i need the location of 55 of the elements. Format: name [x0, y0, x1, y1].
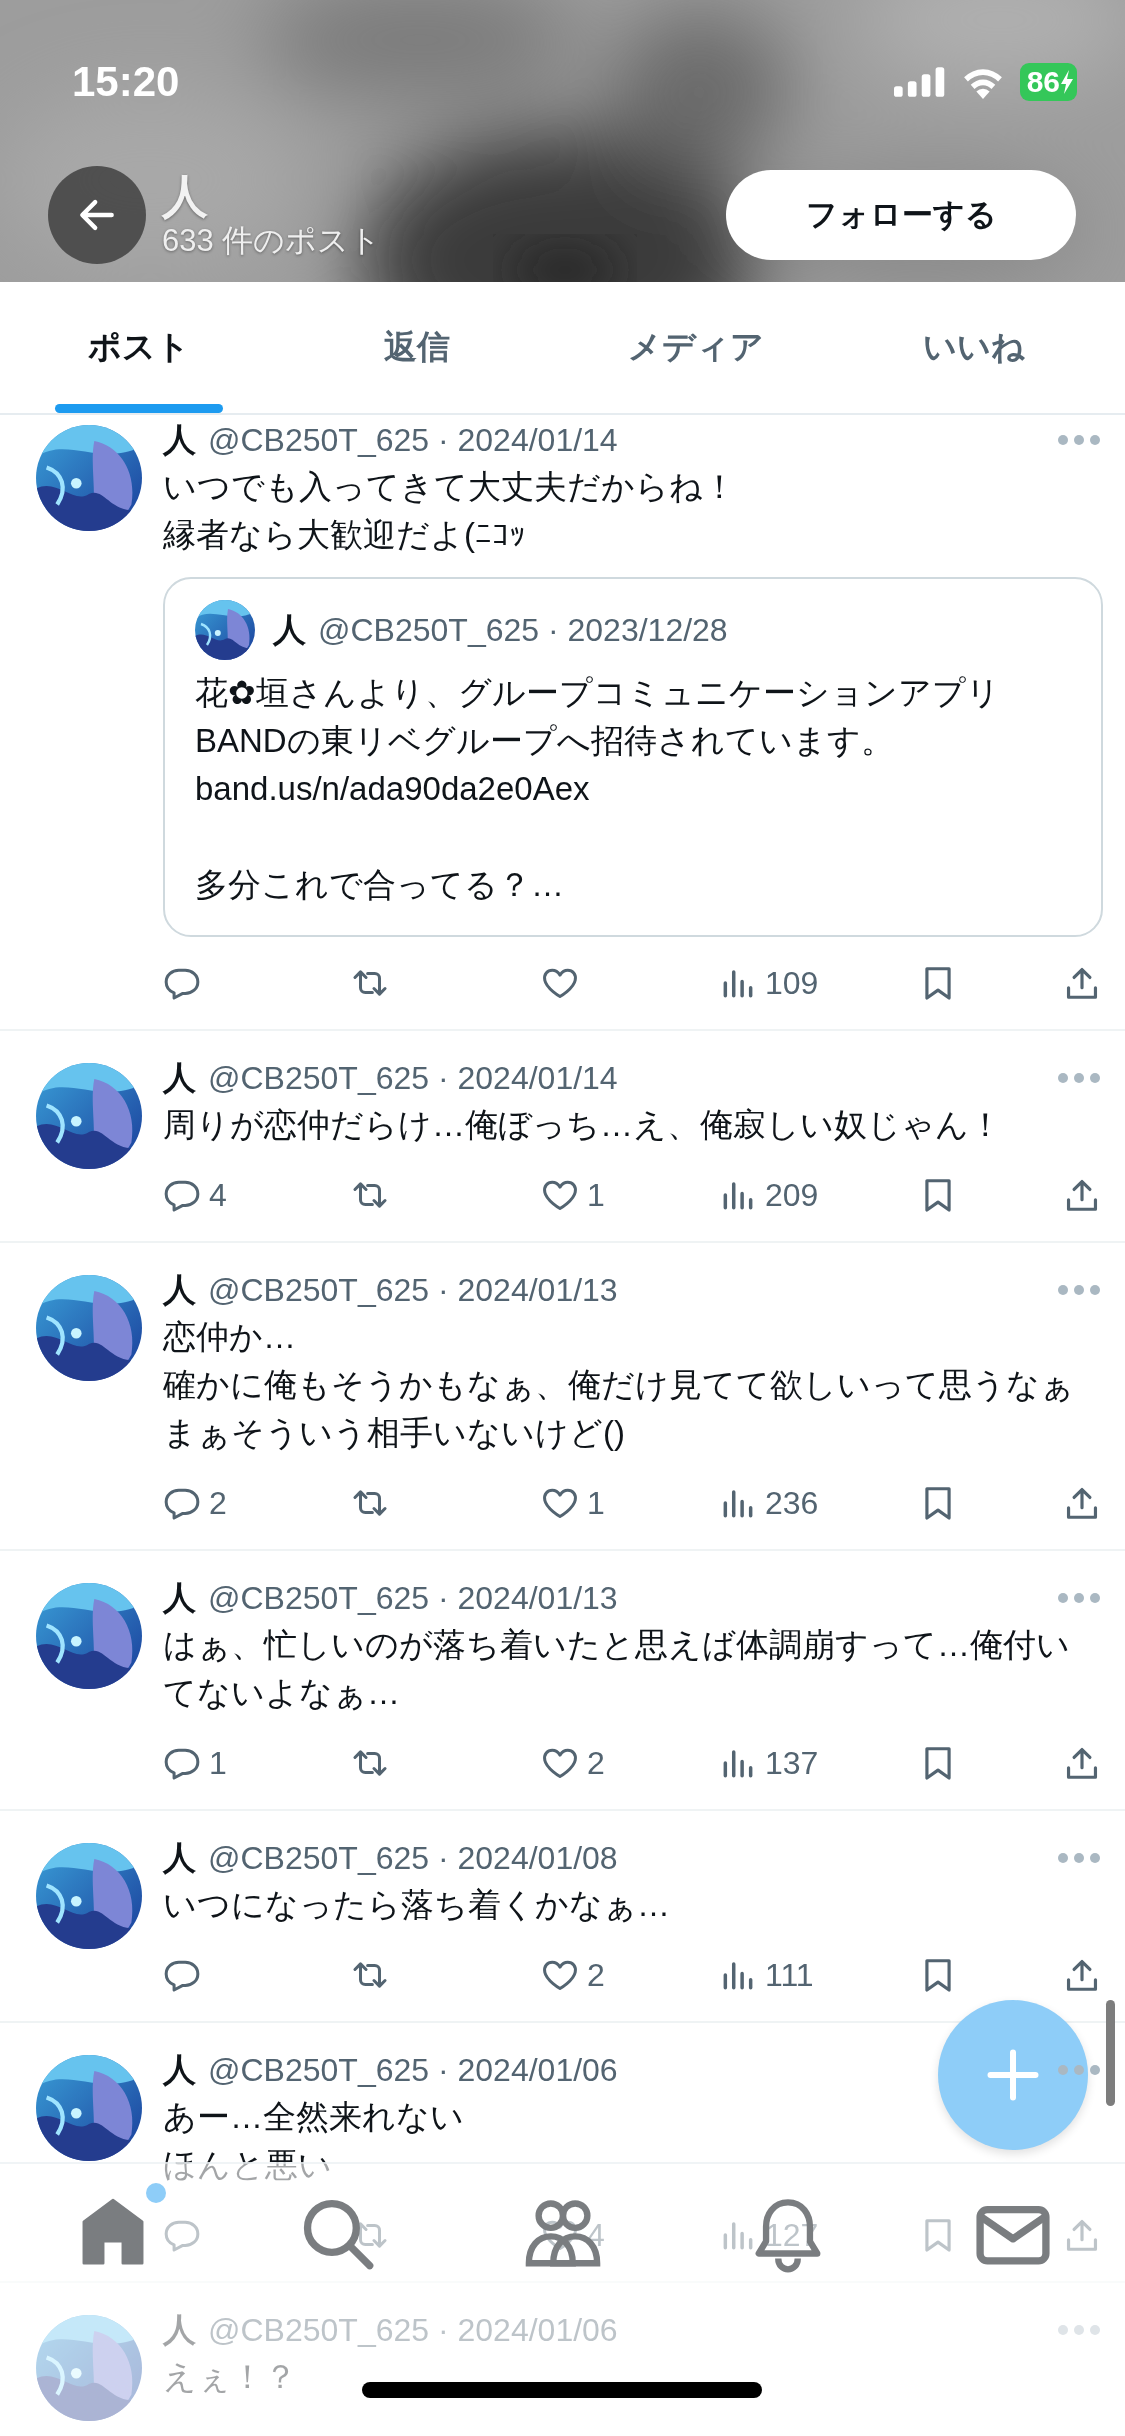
- profile-name: 人: [162, 170, 209, 222]
- post-text: あー…全然来れない: [163, 2097, 464, 2137]
- post-text: 多分これで合ってる？…: [195, 865, 564, 905]
- replie-count: 4: [209, 1176, 227, 1214]
- post-text: ほんと悪い: [163, 2145, 332, 2185]
- author-name: 人: [273, 609, 306, 650]
- post-text: まぁそういう相手いないけど(): [163, 1413, 625, 1453]
- post-byline: @CB250T_625 · 2024/01/13: [208, 1271, 618, 1309]
- post-byline: @CB250T_625 · 2024/01/06: [208, 2051, 618, 2089]
- post-text: いつになったら落ち着くかなぁ…: [163, 1885, 670, 1925]
- post-byline: @CB250T_625 · 2024/01/14: [208, 1059, 618, 1097]
- post-byline: @CB250T_625 · 2024/01/14: [208, 421, 618, 459]
- replie-count: 2: [209, 1484, 227, 1522]
- post-text: えぇ！？: [163, 2357, 297, 2397]
- post-text: 確かに俺もそうかもなぁ、俺だけ見てて欲しいって思うなぁ: [163, 1365, 1074, 1405]
- like-count: 1: [587, 1484, 605, 1522]
- author-name: 人: [163, 1837, 196, 1878]
- tab[interactable]: メディア: [556, 282, 835, 413]
- post-text: 花✿垣さんより、グループコミュニケーションアプリBANDの東リベグループへ招待されています。: [195, 673, 1001, 761]
- post-text: band.us/n/ada90da2e0Aex: [195, 769, 590, 809]
- post-count: 633 件のポスト: [162, 222, 383, 260]
- author-name: 人: [163, 1057, 196, 1098]
- view-count: 109: [765, 964, 819, 1002]
- post-byline: @CB250T_625 · 2024/01/06: [208, 2311, 618, 2349]
- post-byline: @CB250T_625 · 2023/12/28: [318, 611, 728, 649]
- scroll-bar[interactable]: [1106, 2000, 1115, 2106]
- author-name: 人: [163, 419, 196, 460]
- view-count: 209: [765, 1176, 819, 1214]
- tab[interactable]: いいね: [834, 282, 1113, 413]
- tab[interactable]: 返信: [278, 282, 557, 413]
- post-text: はぁ、忙しいのが落ち着いたと思えば体調崩すって…俺付いてないよなぁ…: [163, 1625, 1071, 1713]
- clock: 15:20: [72, 58, 180, 106]
- signal-icon: [893, 67, 946, 97]
- like-count: 1: [587, 1176, 605, 1214]
- tab[interactable]: ポスト: [0, 282, 279, 413]
- replie-count: 1: [209, 1744, 227, 1782]
- post-text: 縁者なら大歓迎だよ(ﾆｺｯ: [163, 515, 526, 555]
- like-count: 2: [587, 1956, 605, 1994]
- author-name: 人: [163, 1577, 196, 1618]
- quoted-post[interactable]: 人 @CB250T_625 · 2023/12/28 花✿垣さんより、グループコミュニケーションアプリBANDの東リベグループへ招待されています。 band.us/n/ada90da2e0Aex 多分これで合ってる？…: [163, 577, 1103, 937]
- post-text: 周りが恋仲だらけ…俺ぼっち…え、俺寂しい奴じゃん！: [163, 1105, 1002, 1145]
- view-count: 236: [765, 1484, 819, 1522]
- author-name: 人: [163, 2309, 196, 2350]
- battery-indicator: 86: [1019, 63, 1077, 101]
- post-text: 恋仲か…: [163, 1317, 296, 1357]
- author-name: 人: [163, 2049, 196, 2090]
- author-name: 人: [163, 1269, 196, 1310]
- view-count: 137: [765, 1744, 819, 1782]
- follow-button[interactable]: フォローする: [726, 170, 1076, 260]
- post-byline: @CB250T_625 · 2024/01/13: [208, 1579, 618, 1617]
- avatar: [195, 600, 255, 660]
- post-text: いつでも入ってきて大丈夫だからね！: [163, 467, 736, 507]
- post-byline: @CB250T_625 · 2024/01/08: [208, 1839, 618, 1877]
- like-count: 2: [587, 1744, 605, 1782]
- view-count: 111: [765, 1956, 814, 1994]
